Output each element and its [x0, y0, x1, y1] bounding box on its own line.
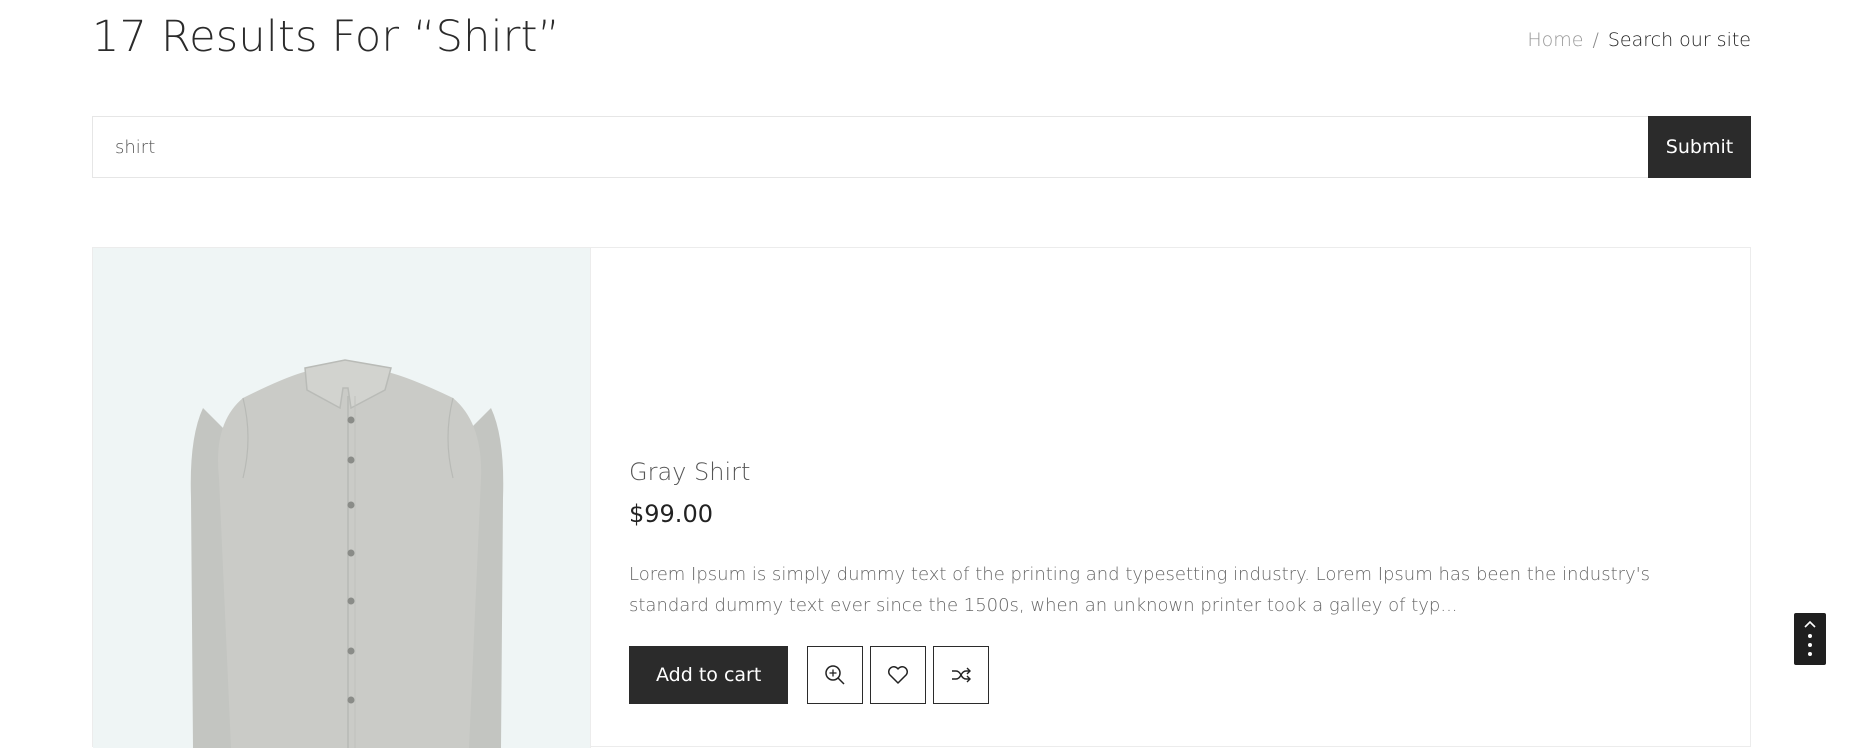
shirt-image — [190, 359, 504, 748]
product-price: $99.00 — [629, 500, 713, 528]
submit-button[interactable]: Submit — [1648, 116, 1751, 178]
add-to-cart-button[interactable]: Add to cart — [629, 646, 789, 704]
breadcrumb-separator: / — [1592, 29, 1599, 51]
search-input[interactable] — [92, 116, 1648, 178]
breadcrumb: Home / Search our site — [1527, 29, 1751, 51]
page-title: 17 Results For “Shirt” — [92, 12, 561, 62]
search-form: Submit — [92, 116, 1751, 178]
scroll-to-top-button[interactable] — [1794, 613, 1826, 665]
product-title[interactable]: Gray Shirt — [629, 458, 750, 486]
search-result-card: Gray Shirt $99.00 Lorem Ipsum is simply … — [92, 247, 1751, 748]
breadcrumb-current: Search our site — [1607, 29, 1751, 51]
product-actions: Add to cart — [629, 646, 996, 704]
compare-button[interactable] — [933, 646, 990, 704]
zoom-in-icon — [825, 665, 845, 685]
product-image[interactable] — [93, 248, 591, 748]
shuffle-icon — [952, 667, 972, 683]
quick-view-button[interactable] — [807, 646, 864, 704]
product-description: Lorem Ipsum is simply dummy text of the … — [629, 564, 1651, 616]
heart-icon — [888, 666, 909, 684]
wishlist-button[interactable] — [870, 646, 927, 704]
breadcrumb-home-link[interactable]: Home — [1527, 29, 1583, 51]
chevron-up-icon — [1804, 620, 1816, 656]
